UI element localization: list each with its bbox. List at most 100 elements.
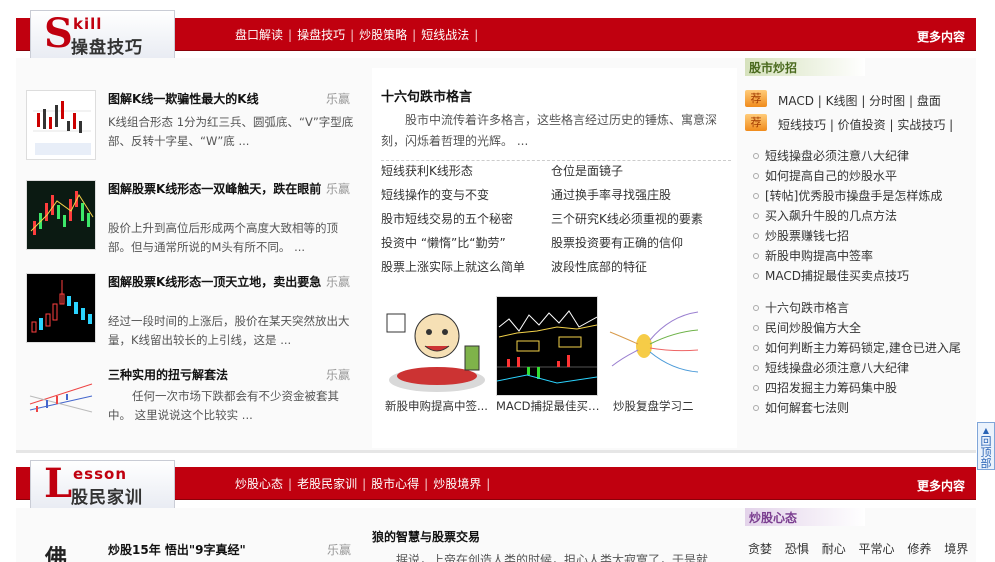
more-content-link[interactable]: 更多内容 — [917, 28, 965, 45]
category-link[interactable]: 恐惧 — [785, 542, 809, 556]
featured-link[interactable]: 通过换手率寻找强庄股 — [551, 186, 671, 203]
category-link[interactable]: 平常心 — [859, 542, 895, 556]
article-thumbnail[interactable]: 佛 — [45, 540, 67, 562]
article-thumbnail[interactable] — [26, 366, 96, 436]
article-thumbnail[interactable] — [26, 273, 96, 343]
list-item-label: 四招发掘主力筹码集中股 — [765, 381, 898, 395]
featured-link[interactable]: 短线操作的变与不变 — [381, 186, 489, 203]
list-item[interactable]: 四招发掘主力筹码集中股 — [753, 379, 897, 396]
picture-caption[interactable]: 新股申购提高中签... — [385, 398, 490, 414]
skill-nav-link[interactable]: 短线战法 — [421, 28, 469, 42]
article-title[interactable]: 图解股票K线形态一顶天立地，卖出要急 — [108, 273, 323, 291]
recommend-badge: 荐 — [745, 114, 767, 131]
article-item: 三种实用的扭亏解套法 乐赢 任何一次市场下跌都会有不少资金被套其中。 这里说说这… — [26, 366, 356, 436]
article-title[interactable]: 三种实用的扭亏解套法 — [108, 366, 323, 384]
list-item[interactable]: MACD捕捉最佳买卖点技巧 — [753, 267, 909, 284]
skill-nav-link[interactable]: 盘口解读 — [235, 28, 283, 42]
featured-link[interactable]: 股市短线交易的五个秘密 — [381, 210, 513, 227]
list-item[interactable]: 炒股票赚钱七招 — [753, 227, 849, 244]
back-to-top-char: 部 — [980, 457, 992, 470]
bullet-icon — [753, 253, 759, 259]
lesson-nav-link[interactable]: 炒股心态 — [235, 477, 283, 491]
lesson-nav-link[interactable]: 股市心得 — [371, 477, 419, 491]
bullet-icon — [753, 405, 759, 411]
article-thumbnail[interactable] — [26, 180, 96, 250]
skill-letter: S — [44, 10, 73, 57]
featured-link[interactable]: 短线获利K线形态 — [381, 162, 473, 179]
skill-nav-link[interactable]: 炒股策略 — [359, 28, 407, 42]
featured-link[interactable]: 波段性底部的特征 — [551, 258, 647, 275]
mindmap-picture[interactable] — [606, 296, 708, 396]
lesson-cn-title: 股民家训 — [71, 488, 143, 508]
featured-link[interactable]: 投资中 “懒惰”比“勤劳” — [381, 234, 506, 251]
category-link[interactable]: 耐心 — [822, 542, 846, 556]
skill-en-title: kill — [73, 15, 103, 33]
list-item[interactable]: 买入飙升牛股的几点方法 — [753, 207, 897, 224]
list-item-label: 如何解套七法则 — [765, 401, 850, 415]
article-desc: K线组合形态 1分为红三兵、圆弧底、“V”字型底部、反转十字星、“W”底 ... — [108, 115, 354, 148]
featured-title[interactable]: 狼的智慧与股票交易 — [372, 528, 480, 545]
lesson-nav: 炒股心态 | 老股民家训 | 股市心得 | 炒股境界 | — [235, 477, 491, 491]
mindset-title: 炒股心态 — [749, 511, 798, 525]
list-item-label: 如何提高自己的炒股水平 — [765, 169, 898, 183]
recommend-links[interactable]: MACD | K线图 | 分时图 | 盘面 — [778, 92, 941, 109]
bullet-icon — [753, 273, 759, 279]
list-item[interactable]: 如何判断主力筹码锁定,建仓已进入尾 — [753, 339, 961, 356]
list-item[interactable]: 十六句跌市格言 — [753, 299, 849, 316]
article-title[interactable]: 炒股15年 悟出"9字真经" — [108, 541, 246, 558]
article-title[interactable]: 图解K线一欺骗性最大的K线 — [108, 90, 323, 108]
bullet-icon — [753, 173, 759, 179]
cartoon-picture[interactable] — [385, 296, 487, 396]
skill-section-tab: S kill 操盘技巧 — [30, 10, 175, 58]
skill-nav-link[interactable]: 操盘技巧 — [297, 28, 345, 42]
category-link[interactable]: 修养 — [907, 542, 931, 556]
article-author: 乐赢 — [325, 92, 350, 106]
list-item[interactable]: 如何提高自己的炒股水平 — [753, 167, 897, 184]
recommend-links[interactable]: 短线技巧 | 价值投资 | 实战技巧 | — [778, 116, 953, 133]
featured-link[interactable]: 股票投资要有正确的信仰 — [551, 234, 683, 251]
category-link[interactable]: 贪婪 — [748, 542, 772, 556]
category-link[interactable]: 境界 — [944, 542, 968, 556]
bullet-icon — [753, 213, 759, 219]
divider — [381, 160, 731, 161]
article-thumbnail[interactable] — [26, 90, 96, 160]
stock-tips-header: 股市炒招 — [745, 58, 865, 76]
bullet-icon — [753, 345, 759, 351]
article-title[interactable]: 图解股票K线形态一双峰触天，跌在眼前 — [108, 180, 323, 198]
featured-link[interactable]: 三个研究K线必须重视的要素 — [551, 210, 703, 227]
macd-chart-picture[interactable] — [496, 296, 598, 396]
list-item[interactable]: 短线操盘必须注意八大纪律 — [753, 147, 909, 164]
picture-caption[interactable]: MACD捕捉最佳买卖... — [496, 398, 601, 414]
lesson-nav-link[interactable]: 老股民家训 — [297, 477, 357, 491]
back-to-top-button[interactable]: ▲ 回 顶 部 — [977, 422, 995, 470]
picture-caption[interactable]: 炒股复盘学习二 — [613, 398, 718, 414]
lesson-en-title: esson — [73, 465, 128, 483]
featured-link[interactable]: 股票上涨实际上就这么简单 — [381, 258, 525, 275]
recommend-badge: 荐 — [745, 90, 767, 107]
bullet-icon — [753, 385, 759, 391]
bullet-icon — [753, 233, 759, 239]
bullet-icon — [753, 305, 759, 311]
list-item[interactable]: [转帖]优秀股市操盘手是怎样炼成 — [753, 187, 942, 204]
list-item[interactable]: 短线操盘必须注意八大纪律 — [753, 359, 909, 376]
article-item: 图解股票K线形态一顶天立地，卖出要急 乐赢 经过一段时间的上涨后，股价在某天突然… — [26, 273, 356, 353]
skill-nav: 盘口解读 | 操盘技巧 | 炒股策略 | 短线战法 | — [235, 28, 479, 42]
mindset-header: 炒股心态 — [745, 508, 865, 526]
article-author: 乐赢 — [325, 368, 350, 382]
list-item[interactable]: 民间炒股偏方大全 — [753, 319, 861, 336]
featured-title[interactable]: 十六句跌市格言 — [381, 86, 472, 105]
bullet-icon — [753, 153, 759, 159]
bullet-icon — [753, 325, 759, 331]
list-item[interactable]: 如何解套七法则 — [753, 399, 849, 416]
list-item[interactable]: 新股申购提高中签率 — [753, 247, 873, 264]
list-item-label: 短线操盘必须注意八大纪律 — [765, 149, 910, 163]
featured-link[interactable]: 仓位是面镜子 — [551, 162, 623, 179]
more-content-link[interactable]: 更多内容 — [917, 477, 965, 494]
article-item: 图解K线一欺骗性最大的K线 乐赢 K线组合形态 1分为红三兵、圆弧底、“V”字型… — [26, 90, 356, 170]
bullet-icon — [753, 365, 759, 371]
list-item-label: MACD捕捉最佳买卖点技巧 — [765, 269, 909, 283]
featured-desc: 据说，上帝在创造人类的时候，担心人类太寂寞了，于是就 — [396, 553, 709, 562]
article-author: 乐赢 — [325, 182, 350, 196]
article-author: 乐赢 — [327, 543, 352, 557]
lesson-nav-link[interactable]: 炒股境界 — [433, 477, 481, 491]
